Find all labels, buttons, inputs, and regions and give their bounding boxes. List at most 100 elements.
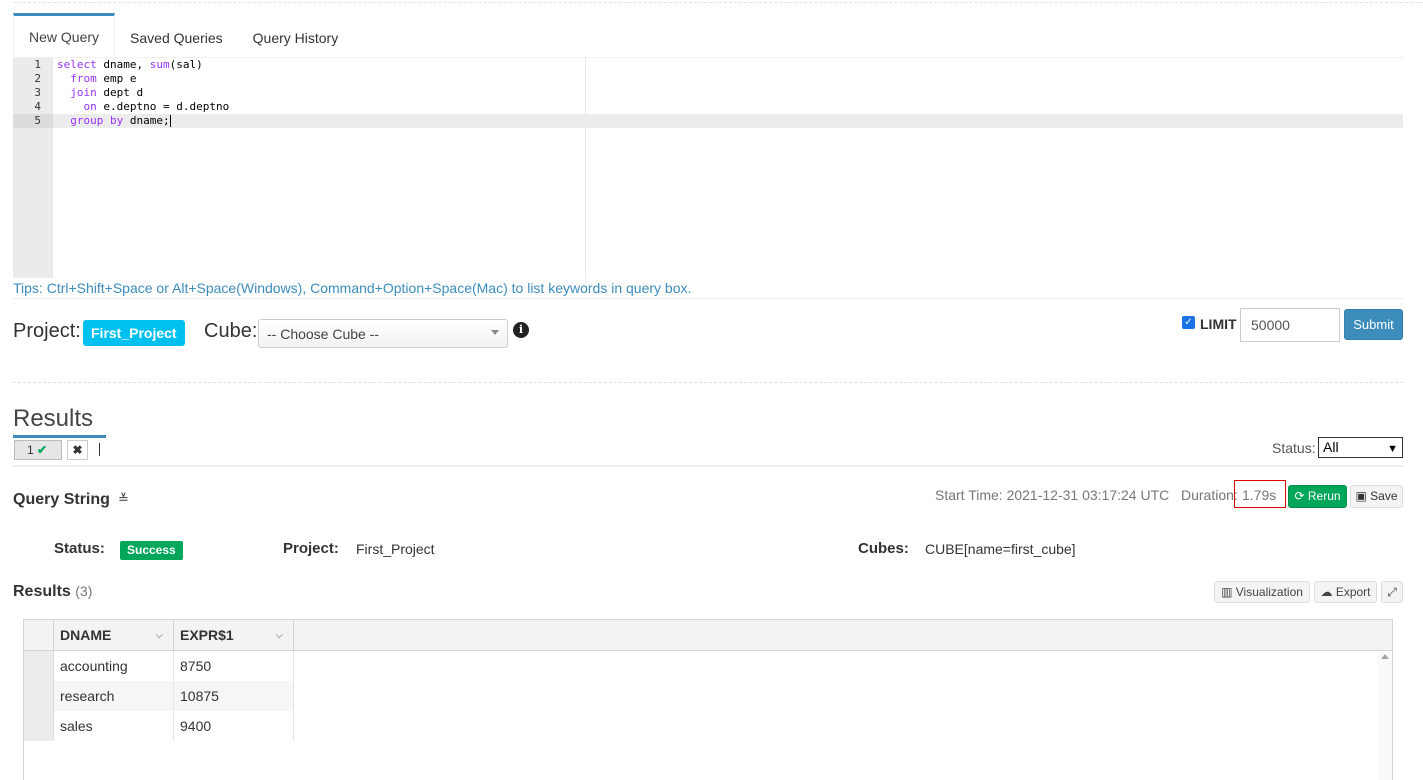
project-badge[interactable]: First_Project bbox=[83, 320, 185, 346]
tab-separator bbox=[99, 443, 100, 456]
submit-button[interactable]: Submit bbox=[1344, 309, 1403, 340]
export-button[interactable]: ☁ Export bbox=[1314, 581, 1377, 603]
editor-line[interactable]: 3 join dept d bbox=[13, 86, 1403, 100]
status-filter-value: All bbox=[1323, 439, 1339, 455]
save-label: Save bbox=[1370, 489, 1398, 503]
line-number: 4 bbox=[34, 100, 41, 113]
results-count: (3) bbox=[75, 583, 93, 599]
chevron-down-icon: ▼ bbox=[1387, 443, 1398, 455]
editor-line[interactable]: 2 from emp e bbox=[13, 72, 1403, 86]
sql-text: dept d bbox=[96, 86, 144, 99]
grid-header: DNAME ⌵ EXPR$1 ⌵ bbox=[24, 620, 1392, 651]
table-cell[interactable]: research bbox=[54, 681, 174, 711]
result-tab-1[interactable]: 1 ✔ bbox=[14, 440, 62, 460]
results-heading-underline bbox=[13, 435, 106, 438]
table-row[interactable]: sales 9400 bbox=[24, 711, 294, 741]
cloud-download-icon: ☁ bbox=[1320, 585, 1333, 599]
sql-keyword: join bbox=[70, 86, 97, 99]
limit-checkbox[interactable]: ✓ bbox=[1182, 316, 1195, 329]
column-header-dname[interactable]: DNAME ⌵ bbox=[54, 620, 174, 651]
results-heading: Results bbox=[13, 405, 94, 432]
row-selector[interactable] bbox=[24, 681, 54, 711]
table-cell[interactable]: 9400 bbox=[174, 711, 294, 741]
editor-line[interactable]: 5 group by dname; bbox=[13, 114, 1403, 128]
caret-down-icon bbox=[491, 330, 499, 335]
grid-scrollbar[interactable] bbox=[1377, 651, 1392, 780]
sql-keyword: select bbox=[57, 58, 97, 71]
cubes-label: Cubes: bbox=[858, 540, 909, 557]
editor-line[interactable]: 4 on e.deptno = d.deptno bbox=[13, 100, 1403, 114]
table-cell[interactable]: 10875 bbox=[174, 681, 294, 711]
sql-keyword: group bbox=[70, 114, 104, 127]
tab-saved-queries[interactable]: Saved Queries bbox=[115, 13, 238, 58]
query-tabs: New Query Saved Queries Query History bbox=[13, 13, 353, 58]
project-label: Project: bbox=[13, 320, 81, 342]
sql-text: (sal) bbox=[169, 58, 203, 71]
refresh-icon: ⟳ bbox=[1294, 489, 1305, 503]
limit-input[interactable]: 50000 bbox=[1240, 308, 1340, 342]
status-badge: Success bbox=[120, 541, 183, 560]
result-tab-label: 1 bbox=[27, 443, 34, 457]
double-chevron-down-icon[interactable]: ≚ bbox=[118, 491, 129, 507]
limit-label: LIMIT bbox=[1200, 316, 1237, 332]
info-icon[interactable]: i bbox=[513, 322, 529, 338]
column-header-label: EXPR$1 bbox=[180, 627, 234, 643]
duration-label: Duration: bbox=[1181, 487, 1238, 503]
close-result-tab-button[interactable]: ✖ bbox=[67, 440, 88, 460]
line-number: 5 bbox=[13, 114, 53, 128]
sql-keyword: on bbox=[83, 100, 97, 113]
line-number: 1 bbox=[34, 58, 41, 71]
check-icon: ✔ bbox=[37, 443, 48, 457]
start-time: Start Time: 2021-12-31 03:17:24 UTC bbox=[935, 487, 1170, 503]
row-selector[interactable] bbox=[24, 711, 54, 741]
table-cell[interactable]: sales bbox=[54, 711, 174, 741]
code-text: group by dname; bbox=[57, 114, 171, 128]
chevron-down-icon[interactable]: ⌵ bbox=[275, 620, 283, 651]
tab-query-history[interactable]: Query History bbox=[238, 13, 354, 58]
divider bbox=[13, 382, 1403, 383]
table-row[interactable]: research 10875 bbox=[24, 681, 294, 711]
export-label: Export bbox=[1335, 585, 1371, 599]
visualization-button[interactable]: ▥ Visualization bbox=[1214, 581, 1310, 603]
line-number: 3 bbox=[34, 86, 41, 99]
scroll-up-icon[interactable] bbox=[1381, 654, 1389, 659]
sql-text: dname; bbox=[123, 114, 170, 127]
expand-icon[interactable]: ⤢ bbox=[1381, 581, 1403, 603]
cubes-value: CUBE[name=first_cube] bbox=[925, 541, 1076, 557]
editor-line[interactable]: 1 select dname, sum(sal) bbox=[13, 58, 1403, 72]
column-header-label: DNAME bbox=[60, 627, 112, 643]
tab-new-query[interactable]: New Query bbox=[13, 13, 116, 58]
sql-keyword: sum bbox=[149, 58, 170, 71]
results-grid: DNAME ⌵ EXPR$1 ⌵ accounting 8750 research 1… bbox=[23, 619, 1393, 780]
project-info-value: First_Project bbox=[356, 541, 435, 557]
query-string-toggle[interactable]: Query String bbox=[13, 491, 110, 509]
status-filter-select[interactable]: All ▼ bbox=[1318, 437, 1403, 458]
cube-select-value: -- Choose Cube -- bbox=[267, 326, 380, 342]
floppy-disk-icon: ▣ bbox=[1355, 489, 1367, 503]
table-row[interactable]: accounting 8750 bbox=[24, 651, 294, 681]
row-select-header[interactable] bbox=[24, 620, 54, 651]
rerun-button[interactable]: ⟳ Rerun bbox=[1288, 485, 1347, 508]
chevron-down-icon[interactable]: ⌵ bbox=[155, 620, 163, 651]
rerun-label: Rerun bbox=[1307, 489, 1341, 503]
sql-text: emp e bbox=[96, 72, 137, 85]
results-table-title-text: Results bbox=[13, 583, 71, 600]
cube-label: Cube: bbox=[204, 320, 258, 342]
column-header-expr1[interactable]: EXPR$1 ⌵ bbox=[174, 620, 294, 651]
code-text: from emp e bbox=[57, 72, 137, 86]
code-text: select dname, sum(sal) bbox=[57, 58, 203, 72]
table-cell[interactable]: 8750 bbox=[174, 651, 294, 681]
row-selector[interactable] bbox=[24, 651, 54, 681]
table-cell[interactable]: accounting bbox=[54, 651, 174, 681]
cube-select[interactable]: -- Choose Cube -- bbox=[258, 319, 508, 348]
sql-editor[interactable]: 1 select dname, sum(sal) 2 from emp e3 joi… bbox=[13, 58, 1403, 278]
save-button[interactable]: ▣ Save bbox=[1350, 485, 1403, 508]
code-text: on e.deptno = d.deptno bbox=[57, 100, 230, 114]
bar-chart-icon: ▥ bbox=[1221, 585, 1233, 599]
sql-keyword: by bbox=[110, 114, 124, 127]
results-table-title: Results (3) bbox=[13, 583, 92, 601]
